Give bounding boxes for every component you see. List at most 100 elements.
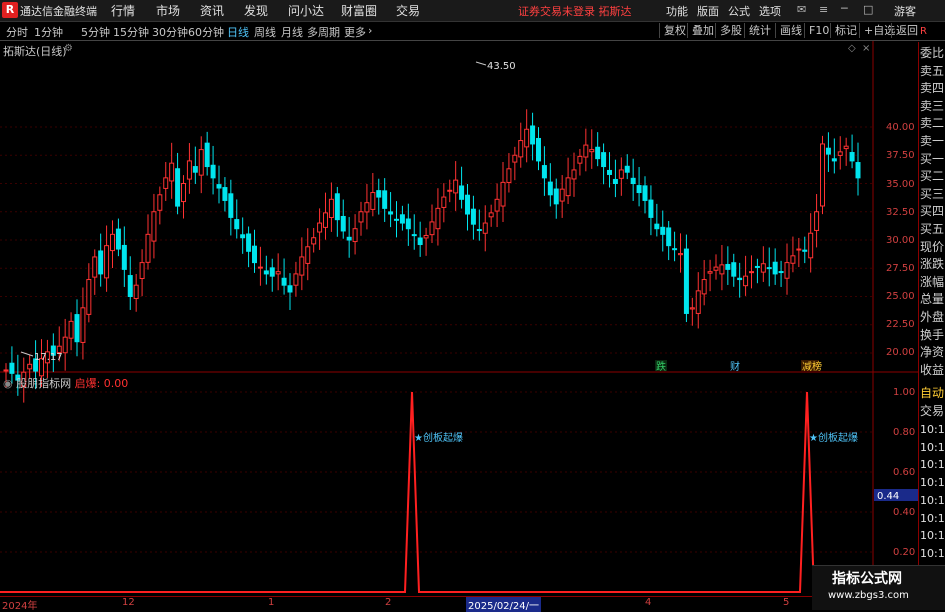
candle-body bbox=[3, 369, 9, 372]
quote-field: 卖五 bbox=[920, 63, 945, 78]
quote-field: 收益 bbox=[920, 362, 945, 377]
chart-area[interactable]: 43.50 17.17 跌 财 减榜 ★创板起爆 ★创板起爆 0.44 40.0… bbox=[0, 41, 918, 596]
feedback-icon[interactable]: ✉ bbox=[797, 3, 806, 16]
settings-icon[interactable]: ⚙ bbox=[64, 43, 73, 54]
btn-fuquan[interactable]: 复权 bbox=[659, 23, 690, 38]
candle-body bbox=[115, 228, 121, 250]
minimize-icon[interactable]: ─ bbox=[841, 2, 848, 15]
candle-body bbox=[577, 155, 583, 164]
quote-field: 涨幅 bbox=[920, 274, 945, 289]
quote-field: 总量 bbox=[920, 292, 945, 307]
event-marker-die[interactable]: 跌 bbox=[656, 360, 666, 373]
candle-body bbox=[565, 177, 571, 197]
period-monthly[interactable]: 月线 bbox=[281, 24, 303, 40]
menu-faxian[interactable]: 发现 bbox=[244, 2, 268, 19]
login-notice[interactable]: 证券交易未登录 拓斯达 bbox=[518, 3, 632, 19]
close-icon[interactable]: × bbox=[862, 43, 870, 54]
menu-zixun[interactable]: 资讯 bbox=[200, 2, 224, 19]
candle-body bbox=[86, 279, 92, 315]
quote-field: 卖四 bbox=[920, 81, 945, 96]
candle-body bbox=[334, 193, 340, 221]
candle-body bbox=[494, 198, 500, 212]
candle-body bbox=[553, 188, 559, 205]
quote-field: 卖三 bbox=[920, 98, 945, 113]
quote-field: 外盘 bbox=[920, 310, 945, 324]
menu-gongshi[interactable]: 公式 bbox=[728, 3, 750, 19]
menu-shichang[interactable]: 市场 bbox=[156, 2, 180, 19]
sub-y-tick: 0.60 bbox=[893, 467, 915, 478]
period-weekly[interactable]: 周线 bbox=[254, 24, 276, 40]
menu-xuanxiang[interactable]: 选项 bbox=[759, 3, 781, 19]
candle-body bbox=[743, 275, 749, 287]
period-15min[interactable]: 15分钟 bbox=[113, 24, 149, 40]
candle-body bbox=[169, 162, 175, 182]
btn-fanhui[interactable]: 返回 bbox=[891, 23, 922, 38]
sub-y-tick: 0.20 bbox=[893, 547, 915, 558]
candle-body bbox=[784, 262, 790, 279]
collapse-icon[interactable]: ◉ bbox=[3, 377, 13, 390]
period-daily[interactable]: 日线 bbox=[227, 24, 249, 40]
candle-body bbox=[642, 185, 648, 201]
period-30min[interactable]: 30分钟 bbox=[152, 24, 188, 40]
candle-body bbox=[772, 261, 778, 275]
candle-body bbox=[216, 184, 222, 189]
panel-toggle-icon[interactable]: R bbox=[920, 26, 927, 37]
btn-tongji[interactable]: 统计 bbox=[744, 23, 775, 38]
quote-field: 买五 bbox=[920, 222, 945, 236]
candle-body bbox=[68, 320, 74, 339]
menu-wenxiaoda[interactable]: 问小达 bbox=[288, 2, 324, 19]
period-more[interactable]: 更多 bbox=[344, 24, 366, 40]
y-tick: 25.00 bbox=[886, 291, 915, 302]
candle-body bbox=[175, 168, 181, 207]
event-marker-cai[interactable]: 财 bbox=[730, 360, 740, 373]
candle-body bbox=[181, 183, 186, 203]
btn-biaoji[interactable]: 标记 bbox=[830, 23, 861, 38]
btn-f10[interactable]: F10 bbox=[804, 23, 833, 38]
btn-duogu[interactable]: 多股 bbox=[715, 23, 746, 38]
diamond-icon[interactable]: ◇ bbox=[848, 43, 856, 54]
candle-body bbox=[163, 177, 169, 189]
candle-body bbox=[754, 265, 760, 268]
candle-body bbox=[281, 277, 287, 286]
menu-jiaoyi[interactable]: 交易 bbox=[396, 2, 420, 19]
menu-icon[interactable]: ≡ bbox=[819, 3, 828, 16]
btn-diejia[interactable]: 叠加 bbox=[687, 23, 718, 38]
indicator-name[interactable]: 股朋指标网 bbox=[16, 377, 71, 390]
chevron-right-icon[interactable]: › bbox=[368, 24, 372, 37]
btn-huaxian[interactable]: 画线 bbox=[775, 23, 806, 38]
candle-body bbox=[749, 271, 754, 274]
y-tick: 27.50 bbox=[886, 263, 915, 274]
y-tick: 20.00 bbox=[886, 347, 915, 358]
y-tick: 37.50 bbox=[886, 150, 915, 161]
period-multi[interactable]: 多周期 bbox=[307, 24, 340, 40]
high-label: 43.50 bbox=[487, 61, 516, 72]
period-60min[interactable]: 60分钟 bbox=[188, 24, 224, 40]
candle-body bbox=[583, 144, 589, 158]
menu-banmian[interactable]: 版面 bbox=[697, 3, 719, 19]
user-label[interactable]: 游客 bbox=[894, 3, 916, 19]
menu-caifuquan[interactable]: 财富圈 bbox=[341, 2, 377, 19]
menu-hangqing[interactable]: 行情 bbox=[111, 2, 135, 19]
quote-field: 卖一 bbox=[920, 134, 945, 148]
candle-body bbox=[394, 218, 399, 221]
candle-body bbox=[275, 271, 281, 275]
auto-label[interactable]: 自动 bbox=[920, 386, 944, 400]
candle-body bbox=[571, 169, 577, 180]
quote-field: 委比 bbox=[920, 46, 945, 60]
event-marker-jianbang[interactable]: 减榜 bbox=[802, 360, 822, 373]
period-fenshi[interactable]: 分时 bbox=[6, 24, 28, 40]
candle-body bbox=[731, 262, 737, 277]
sub-y-tick: 0.80 bbox=[893, 427, 915, 438]
watermark-title: 指标公式网 bbox=[832, 571, 902, 587]
x-tick: 1 bbox=[268, 597, 275, 608]
tick-time: 10:18 bbox=[920, 511, 945, 525]
maximize-icon[interactable]: □ bbox=[863, 3, 873, 16]
period-5min[interactable]: 5分钟 bbox=[81, 24, 110, 40]
candle-body bbox=[299, 256, 305, 276]
candle-body bbox=[470, 208, 476, 225]
menu-gongneng[interactable]: 功能 bbox=[666, 3, 688, 19]
trade-label[interactable]: 交易 bbox=[920, 404, 944, 418]
candle-body bbox=[352, 228, 358, 243]
period-1min[interactable]: 1分钟 bbox=[34, 24, 63, 40]
candle-body bbox=[624, 165, 630, 173]
